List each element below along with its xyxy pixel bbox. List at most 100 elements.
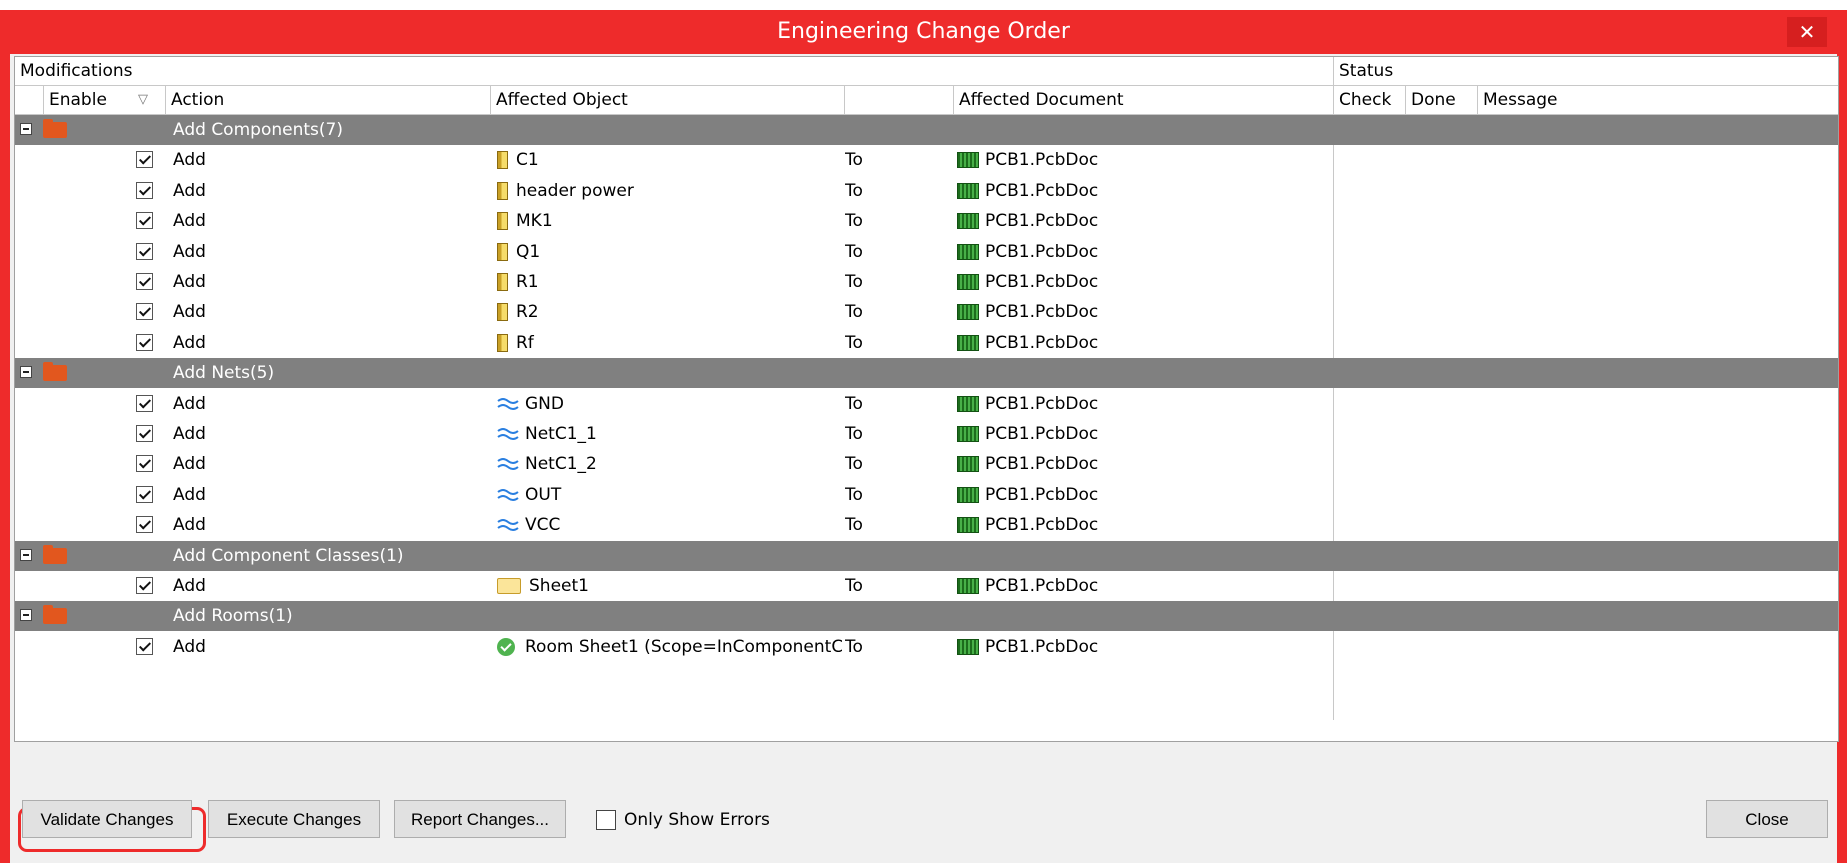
affected-object-cell: Rf xyxy=(497,328,842,358)
folder-icon xyxy=(43,605,67,625)
affected-object-label: GND xyxy=(525,393,564,414)
group-label: Add Rooms(1) xyxy=(173,606,293,627)
component-icon xyxy=(497,181,508,200)
affected-document-cell: PCB1.PcbDoc xyxy=(957,206,1098,236)
document-label: PCB1.PcbDoc xyxy=(985,515,1099,536)
to-cell: To xyxy=(845,241,863,262)
to-cell: To xyxy=(845,393,863,414)
action-cell: Add xyxy=(173,515,206,536)
group-row[interactable]: Add Nets(5) xyxy=(15,358,1838,389)
column-affected-object[interactable]: Affected Object xyxy=(490,86,844,114)
to-cell: To xyxy=(845,424,863,444)
enable-checkbox[interactable] xyxy=(136,151,153,169)
document-label: PCB1.PcbDoc xyxy=(985,302,1099,323)
affected-object-label: header power xyxy=(516,180,634,201)
collapse-icon[interactable] xyxy=(20,366,32,379)
pcb-document-icon xyxy=(957,578,979,594)
action-cell: Add xyxy=(173,272,206,292)
close-button[interactable]: Close xyxy=(1706,800,1828,838)
change-row[interactable]: Add Rf To PCB1.PcbDoc xyxy=(15,328,1838,358)
enable-checkbox[interactable] xyxy=(136,242,153,260)
pcb-document-icon xyxy=(957,638,979,655)
report-changes-label: Report Changes... xyxy=(411,810,549,829)
only-show-errors-checkbox[interactable] xyxy=(596,810,616,830)
column-enable[interactable]: Enable ▽ xyxy=(43,86,165,114)
net-icon xyxy=(497,519,519,532)
change-row[interactable]: Add Q1 To PCB1.PcbDoc xyxy=(15,237,1838,267)
component-icon xyxy=(497,333,508,352)
component-icon xyxy=(497,303,508,322)
report-changes-button[interactable]: Report Changes... xyxy=(394,800,566,838)
column-message[interactable]: Message xyxy=(1477,86,1838,114)
enable-checkbox[interactable] xyxy=(136,333,153,351)
affected-object-cell: Room Sheet1 (Scope=InComponentCl xyxy=(497,632,842,662)
net-icon xyxy=(497,458,519,471)
change-row[interactable]: Add R1 To PCB1.PcbDoc xyxy=(15,267,1838,297)
affected-object-cell: VCC xyxy=(497,510,842,540)
enable-checkbox[interactable] xyxy=(136,425,153,442)
enable-checkbox[interactable] xyxy=(136,485,153,503)
component-icon xyxy=(497,151,508,170)
window-title: Engineering Change Order xyxy=(777,19,1070,44)
validate-changes-button[interactable]: Validate Changes xyxy=(22,800,192,838)
affected-document-cell: PCB1.PcbDoc xyxy=(957,480,1098,510)
enable-checkbox[interactable] xyxy=(136,303,153,321)
enable-checkbox[interactable] xyxy=(136,577,153,594)
document-label: PCB1.PcbDoc xyxy=(985,180,1099,201)
enable-checkbox[interactable] xyxy=(136,181,153,199)
affected-object-cell: OUT xyxy=(497,480,842,510)
column-done[interactable]: Done xyxy=(1405,86,1477,114)
column-check[interactable]: Check xyxy=(1333,86,1405,114)
affected-document-cell: PCB1.PcbDoc xyxy=(957,449,1098,479)
change-row[interactable]: Add MK1 To PCB1.PcbDoc xyxy=(15,206,1838,236)
change-row[interactable]: Add NetC1_2 To PCB1.PcbDoc xyxy=(15,449,1838,479)
collapse-icon[interactable] xyxy=(20,609,32,622)
pcb-document-icon xyxy=(957,274,979,290)
change-row[interactable]: Add header power To PCB1.PcbDoc xyxy=(15,176,1838,206)
column-action[interactable]: Action xyxy=(165,86,490,114)
column-to[interactable] xyxy=(844,86,953,114)
execute-changes-button[interactable]: Execute Changes xyxy=(208,800,380,838)
net-icon xyxy=(497,397,519,410)
pcb-document-icon xyxy=(957,395,979,412)
folder-icon xyxy=(43,362,67,382)
component-icon xyxy=(497,212,508,231)
enable-checkbox[interactable] xyxy=(136,455,153,473)
change-row[interactable]: Add VCC To PCB1.PcbDoc xyxy=(15,510,1838,540)
group-label: Add Component Classes(1) xyxy=(173,545,404,566)
document-label: PCB1.PcbDoc xyxy=(985,150,1099,171)
action-cell: Add xyxy=(173,150,206,171)
action-cell: Add xyxy=(173,302,206,323)
change-row[interactable]: Add C1 To PCB1.PcbDoc xyxy=(15,145,1838,175)
close-window-icon[interactable]: ✕ xyxy=(1787,17,1827,47)
change-row[interactable]: Add NetC1_1 To PCB1.PcbDoc xyxy=(15,419,1838,449)
collapse-icon[interactable] xyxy=(20,548,32,561)
pcb-document-icon xyxy=(957,517,979,534)
net-icon xyxy=(497,428,519,440)
enable-checkbox[interactable] xyxy=(136,212,153,230)
enable-checkbox[interactable] xyxy=(136,637,153,655)
to-cell: To xyxy=(845,332,863,353)
affected-object-cell: Sheet1 xyxy=(497,571,842,601)
group-row[interactable]: Add Components(7) xyxy=(15,115,1838,145)
to-cell: To xyxy=(845,272,863,292)
affected-document-cell: PCB1.PcbDoc xyxy=(957,237,1098,267)
enable-checkbox[interactable] xyxy=(136,516,153,534)
to-cell: To xyxy=(845,150,863,171)
affected-object-label: OUT xyxy=(525,484,562,505)
change-row[interactable]: Add R2 To PCB1.PcbDoc xyxy=(15,297,1838,327)
column-affected-document[interactable]: Affected Document xyxy=(953,86,1333,114)
document-label: PCB1.PcbDoc xyxy=(985,424,1099,444)
enable-checkbox[interactable] xyxy=(136,394,153,412)
affected-document-cell: PCB1.PcbDoc xyxy=(957,267,1098,297)
action-cell: Add xyxy=(173,211,206,232)
change-row[interactable]: Add OUT To PCB1.PcbDoc xyxy=(15,480,1838,510)
change-row[interactable]: Add Room Sheet1 (Scope=InComponentCl To PCB… xyxy=(15,632,1838,662)
change-row[interactable]: Add Sheet1 To PCB1.PcbDoc xyxy=(15,571,1838,601)
enable-checkbox[interactable] xyxy=(136,273,153,290)
change-row[interactable]: Add GND To PCB1.PcbDoc xyxy=(15,389,1838,419)
collapse-icon[interactable] xyxy=(20,123,32,135)
affected-object-cell: R2 xyxy=(497,297,842,327)
group-row[interactable]: Add Component Classes(1) xyxy=(15,540,1838,571)
group-row[interactable]: Add Rooms(1) xyxy=(15,601,1838,632)
